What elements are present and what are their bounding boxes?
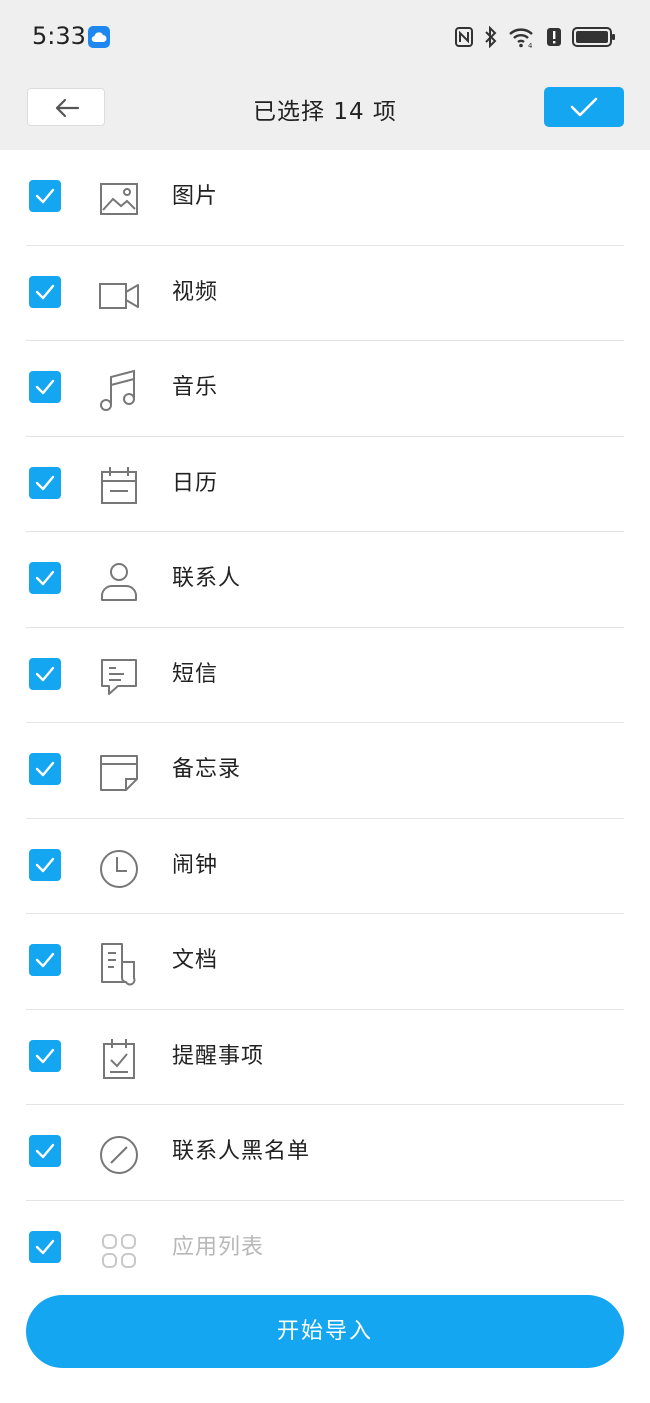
contact-icon [101,563,137,601]
checkbox[interactable] [29,1039,61,1072]
status-time: 5:33 [32,22,86,50]
start-import-button[interactable]: 开始导入 [26,1295,624,1368]
checkbox[interactable] [29,466,61,499]
item-label: 短信 [172,661,219,687]
blocklist-icon [100,1136,138,1174]
list-item-videos[interactable]: 视频 [0,246,650,341]
calendar-icon [101,466,137,504]
list-item-music[interactable]: 音乐 [0,341,650,437]
item-label: 文档 [172,948,219,973]
music-icon [100,369,135,411]
checkbox[interactable] [29,562,61,594]
system-icons: 4 [454,24,616,50]
checkmark-icon [35,952,55,968]
checkbox[interactable] [29,848,61,881]
list-item-notes[interactable]: 备忘录 [0,723,650,819]
item-label: 闹钟 [172,852,219,878]
status-bar: 5:33 4 [0,0,650,72]
checkmark-icon [35,1143,55,1159]
checkbox[interactable] [29,1230,61,1263]
list-item-calendar[interactable]: 日历 [0,437,650,532]
item-label: 图片 [172,184,219,209]
list-item-sms[interactable]: 短信 [0,628,650,723]
alert-icon [547,28,561,46]
document-icon [101,943,136,986]
checkbox[interactable] [29,180,61,212]
cloud-icon [88,26,110,48]
list-item-alarms[interactable]: 闹钟 [0,819,650,914]
list-item-contacts[interactable]: 联系人 [0,532,650,628]
confirm-button[interactable] [544,87,624,127]
checkbox[interactable] [29,371,61,403]
list-item-photos[interactable]: 图片 [0,150,650,246]
list-item-apps[interactable]: 应用列表 [0,1201,650,1297]
checkmark-icon [35,1048,55,1063]
reminder-icon [103,1038,135,1079]
list-item-documents[interactable]: 文档 [0,914,650,1010]
checkmark-icon [35,475,55,490]
checkmark-icon [35,379,55,395]
checkmark-icon [35,666,55,681]
checkmark-icon [35,1239,55,1254]
checkmark-icon [35,284,55,299]
item-label: 联系人黑名单 [172,1139,311,1164]
item-label: 应用列表 [172,1234,265,1260]
item-label: 音乐 [172,375,219,400]
checkbox[interactable] [29,1135,61,1167]
checkmark-icon [570,97,598,117]
checkmark-icon [35,761,55,777]
clock-icon [100,849,138,888]
wifi-icon: 4 [509,28,533,48]
item-label: 备忘录 [172,757,242,782]
list-item-blocklist[interactable]: 联系人黑名单 [0,1105,650,1201]
note-icon [100,755,138,791]
checkbox[interactable] [29,275,61,308]
checkbox[interactable] [29,753,61,785]
battery-icon [572,27,615,47]
apps-icon [102,1233,136,1268]
list-item-reminders[interactable]: 提醒事项 [0,1010,650,1105]
svg-text:4: 4 [528,42,533,48]
bluetooth-icon [485,26,497,48]
image-icon [100,183,138,215]
checkmark-icon [35,857,55,872]
item-label: 视频 [172,279,219,305]
item-label: 提醒事项 [172,1043,265,1069]
message-icon [101,658,137,695]
checkmark-icon [35,188,55,204]
checkmark-icon [35,570,55,586]
item-label: 日历 [172,470,219,496]
video-icon [99,282,139,309]
data-type-list: 图片 视频 音乐 日历 联系人 短信 备忘录 闹钟 文档 提醒事项 联系人黑名单… [0,150,650,1296]
checkbox[interactable] [29,657,61,690]
nfc-icon [455,27,473,47]
top-bar: 5:33 4 已选择 14 项 [0,0,650,150]
item-label: 联系人 [172,566,242,591]
checkbox[interactable] [29,944,61,976]
